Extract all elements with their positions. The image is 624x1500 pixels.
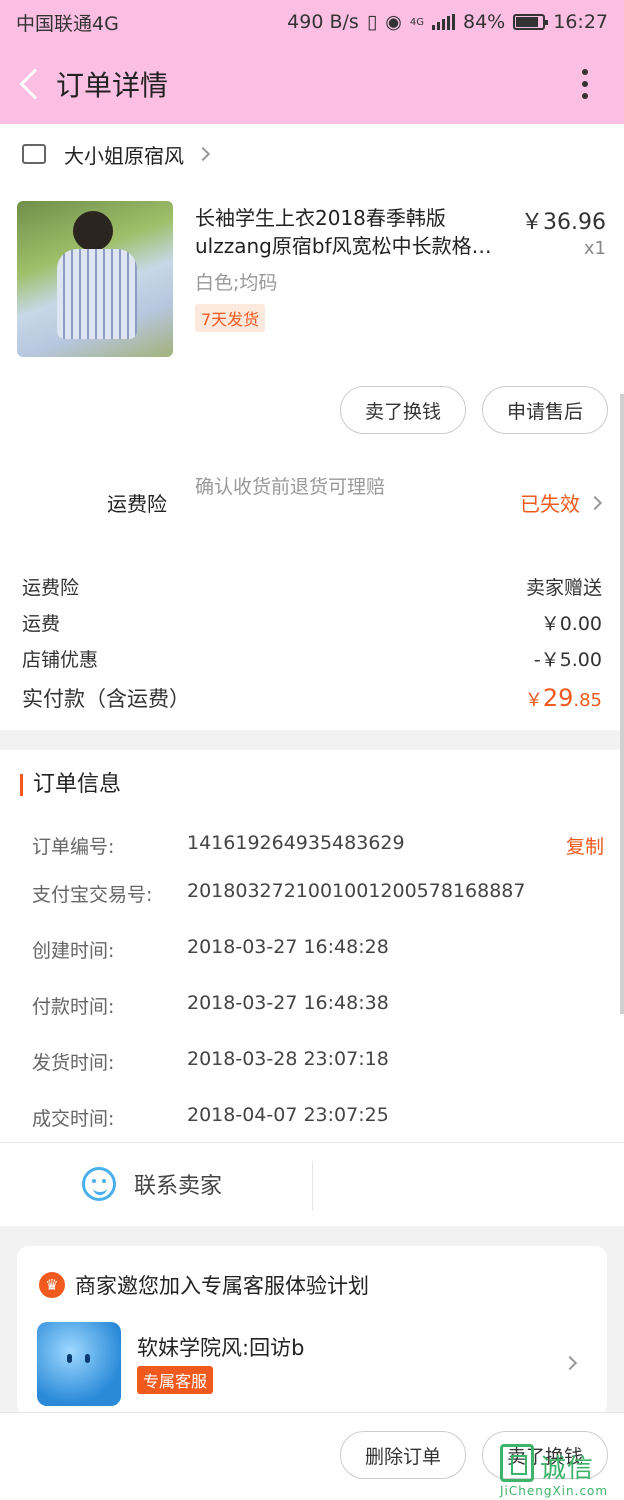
fee-value: -￥5.00 — [533, 648, 602, 671]
battery-level — [516, 17, 539, 27]
total-dec: .85 — [573, 690, 602, 711]
shipping-insurance-row[interactable]: 运费险 确认收货前退货可理赔 已失效 — [0, 450, 624, 550]
fee-value: ￥0.00 — [540, 612, 602, 635]
back-arrow-icon[interactable] — [19, 68, 51, 100]
product-price: ￥36.96 — [521, 210, 606, 235]
fee-value: 卖家赠送 — [525, 576, 602, 599]
info-row-created: 创建时间: 2018-03-27 16:48:28 — [32, 936, 389, 963]
total-price: ￥29.85 — [525, 684, 602, 712]
contact-seller-label: 联系卖家 — [134, 1174, 223, 1199]
info-row-shipped: 发货时间: 2018-03-28 23:07:18 — [32, 1048, 389, 1075]
info-key: 付款时间: — [32, 996, 115, 1018]
shop-name: 大小姐原宿风 — [64, 143, 184, 168]
info-key: 成交时间: — [32, 1108, 115, 1130]
order-info-title: 订单信息 — [20, 774, 121, 796]
more-menu-icon[interactable] — [582, 69, 588, 99]
fee-summary: 运费险 卖家赠送 运费 ￥0.00 店铺优惠 -￥5.00 实付款（含运费） ￥29.… — [0, 550, 624, 730]
fee-label: 店铺优惠 — [22, 648, 99, 671]
watermark-sub: JiChengXin.com — [500, 1484, 609, 1498]
contact-row: 联系卖家 — [0, 1142, 624, 1226]
total-currency: ￥ — [524, 690, 543, 711]
order-info-section: 订单信息 复制 订单编号: 141619264935483629 支付宝交易号: 2… — [0, 750, 624, 1142]
shop-row[interactable]: 大小姐原宿风 — [0, 124, 624, 184]
info-value: 2018-04-07 23:07:25 — [187, 1104, 389, 1126]
info-value: 2018-03-28 23:07:18 — [187, 1048, 389, 1070]
watermark-logo-icon — [500, 1444, 534, 1482]
total-int: 29 — [542, 684, 574, 712]
service-invite-card[interactable]: ♛ 商家邀您加入专属客服体验计划 软妹学院风:回访b 专属客服 — [17, 1246, 607, 1416]
total-row: 实付款（含运费） ￥29.85 — [22, 680, 602, 716]
crown-icon: ♛ — [39, 1272, 65, 1298]
fee-label: 运费险 — [22, 576, 80, 599]
signal-icon — [432, 14, 455, 30]
after-sale-button[interactable]: 申请售后 — [482, 386, 608, 434]
scrollbar[interactable] — [620, 394, 624, 1014]
chevron-right-icon — [195, 146, 211, 162]
nav-header: 订单详情 — [0, 44, 624, 124]
service-name: 软妹学院风:回访b — [137, 1336, 305, 1360]
fee-label: 运费 — [22, 612, 61, 635]
eye-icon: ◉ — [385, 11, 402, 33]
copy-button[interactable]: 复制 — [566, 832, 604, 859]
product-thumbnail[interactable] — [17, 201, 173, 357]
product-quantity: x1 — [583, 238, 606, 259]
info-value: 2018032721001001200578168887 — [187, 880, 526, 902]
fee-row: 店铺优惠 -￥5.00 — [22, 640, 602, 676]
service-tag: 专属客服 — [137, 1366, 214, 1394]
service-card-title-text: 商家邀您加入专属客服体验计划 — [75, 1274, 369, 1298]
fee-row: 运费 ￥0.00 — [22, 604, 602, 640]
info-row-completed: 成交时间: 2018-04-07 23:07:25 — [32, 1104, 389, 1131]
info-value: 141619264935483629 — [187, 832, 405, 854]
chevron-right-icon — [562, 1355, 578, 1371]
info-key: 创建时间: — [32, 940, 115, 962]
battery-icon — [513, 14, 549, 30]
service-avatar — [37, 1322, 121, 1406]
service-card-title: ♛ 商家邀您加入专属客服体验计划 — [39, 1270, 369, 1300]
insurance-desc: 确认收货前退货可理赔 — [195, 476, 386, 498]
divider — [312, 1161, 313, 1211]
status-indicators: 490 B/s ▯ ◉ 4G 84% 16:27 — [287, 11, 608, 33]
product-sku: 白色;均码 — [195, 272, 278, 294]
insurance-label: 运费险 — [107, 492, 167, 516]
resell-button[interactable]: 卖了换钱 — [340, 386, 466, 434]
insurance-status-text: 已失效 — [520, 492, 580, 516]
shipping-tag: 7天发货 — [195, 304, 266, 332]
battery-percent: 84% — [463, 11, 506, 33]
vibrate-icon: ▯ — [366, 11, 378, 33]
carrier-label: 中国联通4G — [16, 12, 119, 35]
info-key: 发货时间: — [32, 1052, 115, 1074]
info-value: 2018-03-27 16:48:28 — [187, 936, 389, 958]
info-key: 订单编号: — [32, 836, 115, 858]
delete-order-button[interactable]: 删除订单 — [340, 1431, 466, 1479]
product-item[interactable]: 长袖学生上衣2018春季韩版ulzzang原宿bf风宽松中长款格… ￥36.96… — [0, 184, 624, 374]
clock: 16:27 — [553, 11, 608, 33]
info-row-order-no: 订单编号: 141619264935483629 — [32, 832, 405, 859]
info-row-paid: 付款时间: 2018-03-27 16:48:38 — [32, 992, 389, 1019]
info-row-alipay-no: 支付宝交易号: 2018032721001001200578168887 — [32, 880, 525, 907]
total-label: 实付款（含运费） — [22, 687, 190, 711]
item-actions: 卖了换钱 申请售后 — [0, 374, 624, 450]
page-title: 订单详情 — [56, 69, 169, 102]
contact-seller-button[interactable]: 联系卖家 — [82, 1167, 222, 1201]
site-watermark: 诚信 JiChengXin.com — [500, 1444, 616, 1500]
info-value: 2018-03-27 16:48:38 — [187, 992, 389, 1014]
fee-row: 运费险 卖家赠送 — [22, 568, 602, 604]
product-title: 长袖学生上衣2018春季韩版ulzzang原宿bf风宽松中长款格… — [195, 206, 492, 258]
insurance-status: 已失效 — [520, 488, 603, 517]
net-speed: 490 B/s — [287, 11, 359, 33]
chevron-right-icon — [587, 495, 603, 510]
chat-smile-icon — [82, 1167, 116, 1201]
watermark-text: 诚信 — [540, 1454, 595, 1484]
store-icon — [22, 144, 46, 164]
status-bar: 中国联通4G 490 B/s ▯ ◉ 4G 84% 16:27 — [0, 0, 624, 44]
info-key: 支付宝交易号: — [32, 884, 153, 906]
signal-label: 4G — [409, 16, 424, 28]
